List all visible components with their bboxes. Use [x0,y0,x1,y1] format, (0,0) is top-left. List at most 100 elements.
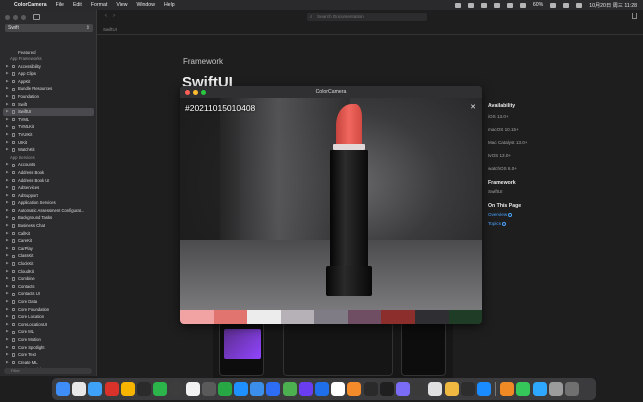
color-swatch[interactable] [247,310,281,324]
sidebar-item[interactable]: ▶ CallKit [0,230,97,238]
sidebar-item[interactable]: ▶ Foundation [0,93,97,101]
sidebar-item[interactable]: ▶ Swift [0,101,97,109]
disclosure-triangle-icon[interactable]: ▶ [6,139,9,147]
dock-app-icon[interactable] [72,382,87,396]
colorcamera-zoom-button[interactable] [201,89,206,95]
sidebar-item[interactable]: ▶ Core Location [0,313,97,321]
back-arrow-icon[interactable]: ‹ [105,13,113,19]
menu-help[interactable]: Help [164,2,175,8]
disclosure-triangle-icon[interactable]: ▶ [6,230,9,238]
dock-app-icon[interactable] [250,382,265,396]
location-status-icon[interactable] [506,2,513,8]
forward-arrow-icon[interactable]: › [113,13,121,19]
dock-app-icon[interactable] [331,382,346,396]
sidebar-item[interactable]: ▶ AppKit [0,78,97,86]
dock-app-icon[interactable] [516,382,531,396]
dock-app-icon[interactable] [347,382,362,396]
disclosure-triangle-icon[interactable]: ▶ [6,268,9,276]
dock-app-icon[interactable] [363,382,378,396]
disclosure-triangle-icon[interactable]: ▶ [6,199,9,207]
disclosure-triangle-icon[interactable]: ▶ [6,344,9,352]
sidebar-item[interactable]: ▶ Application Services [0,199,97,207]
disclosure-triangle-icon[interactable]: ▶ [6,298,9,306]
disclosure-triangle-icon[interactable]: ▶ [6,169,9,177]
color-swatch[interactable] [314,310,348,324]
bluetooth-status-icon[interactable] [519,2,526,8]
disclosure-triangle-icon[interactable]: ▶ [6,237,9,245]
disclosure-triangle-icon[interactable]: ▶ [6,93,9,101]
sidebar-item[interactable]: ▶ ClassKit [0,252,97,260]
color-swatch[interactable] [347,310,382,324]
color-swatch[interactable] [213,310,248,324]
disclosure-triangle-icon[interactable]: ▶ [6,70,9,78]
sidebar-item[interactable]: ▶ Core Foundation [0,306,97,314]
sidebar-item[interactable]: ▶ Contacts [0,283,97,291]
zoom-window-button[interactable] [21,15,26,20]
dock-app-icon[interactable] [379,382,394,396]
disclosure-triangle-icon[interactable]: ▶ [6,131,9,139]
language-select[interactable]: Swift ⇕ [5,24,93,32]
disclosure-triangle-icon[interactable]: ▶ [6,101,9,109]
dock-app-icon[interactable] [428,382,443,396]
disclosure-triangle-icon[interactable]: ▶ [6,85,9,93]
dock-app-icon[interactable] [476,382,491,396]
control-center-icon[interactable] [576,2,583,8]
sidebar-item[interactable]: ▶ Core Spotlight [0,344,97,352]
sidebar-item[interactable]: ▶ Core ML [0,328,97,336]
dock-app-icon[interactable] [500,382,515,396]
menu-file[interactable]: File [56,2,64,8]
disclosure-triangle-icon[interactable]: ▶ [6,252,9,260]
camera-photo[interactable]: #20211015010408 ✕ [180,98,482,310]
dock-app-icon[interactable] [136,382,151,396]
dock-app-icon[interactable] [56,382,70,396]
disclosure-triangle-icon[interactable]: ▶ [6,290,9,298]
sidebar-item[interactable]: ▶ AdServices [0,184,97,192]
sidebar-item[interactable]: ▶ Core Motion [0,336,97,344]
disclosure-triangle-icon[interactable]: ▶ [6,260,9,268]
dock-app-icon[interactable] [120,382,135,396]
dock-app-icon[interactable] [315,382,329,396]
dock-app-icon[interactable] [565,382,579,396]
search-documentation-field[interactable]: ⌕ Search Documentation [307,13,427,21]
sidebar-item[interactable]: ▶ ClockKit [0,260,97,268]
sidebar-item[interactable]: ▶ Create ML [0,359,97,367]
close-window-button[interactable] [5,15,10,20]
dock-app-icon[interactable] [548,382,563,396]
dock-app-icon[interactable] [412,382,427,396]
sidebar-item[interactable]: ▶ Core Text [0,351,97,359]
disclosure-triangle-icon[interactable]: ▶ [6,359,9,367]
dock-app-icon[interactable] [104,382,119,396]
dock-app-icon[interactable] [185,382,200,396]
disclosure-triangle-icon[interactable]: ▶ [6,192,9,200]
menu-format[interactable]: Format [91,2,107,8]
sidebar-item[interactable]: ▶ TVUIKit [0,131,97,139]
sidebar-item[interactable]: ▶ Accounts [0,161,97,169]
menubar-clock[interactable]: 10月20日 周三 11:28 [589,2,637,9]
menu-app-name[interactable]: ColorCamera [14,2,47,8]
color-swatch[interactable] [180,310,214,324]
sidebar-item[interactable]: ▶ AdSupport [0,192,97,200]
disclosure-triangle-icon[interactable]: ▶ [6,161,9,169]
dock-app-icon[interactable] [460,382,475,396]
sidebar-item[interactable]: ▶ Accessibility [0,63,97,71]
dock-app-icon[interactable] [266,382,281,396]
sidebar-item[interactable]: ▶ Automatic Assessment Configurat... [0,207,97,215]
wifi-status-icon[interactable] [550,2,557,8]
disclosure-triangle-icon[interactable]: ▶ [6,313,9,321]
cloud-status-icon[interactable] [467,2,474,8]
filter-field[interactable]: Filter [4,368,92,374]
sidebar-item[interactable]: ▶ Address Book [0,169,97,177]
menu-view[interactable]: View [116,2,127,8]
color-swatch[interactable] [448,310,482,324]
disclosure-triangle-icon[interactable]: ▶ [6,116,9,124]
topics-link[interactable]: Topics [488,219,628,228]
disclosure-triangle-icon[interactable]: ▶ [6,146,9,154]
disclosure-triangle-icon[interactable]: ▶ [6,177,9,185]
sidebar-item[interactable]: ▶ CoreLocationUI [0,321,97,329]
disclosure-triangle-icon[interactable]: ▶ [6,351,9,359]
share-icon[interactable] [632,13,637,19]
colorcamera-close-button[interactable] [185,89,190,95]
dock-app-icon[interactable] [532,382,547,396]
sidebar-item[interactable]: ▶ Combine [0,275,97,283]
dock-app-icon[interactable] [298,382,313,396]
